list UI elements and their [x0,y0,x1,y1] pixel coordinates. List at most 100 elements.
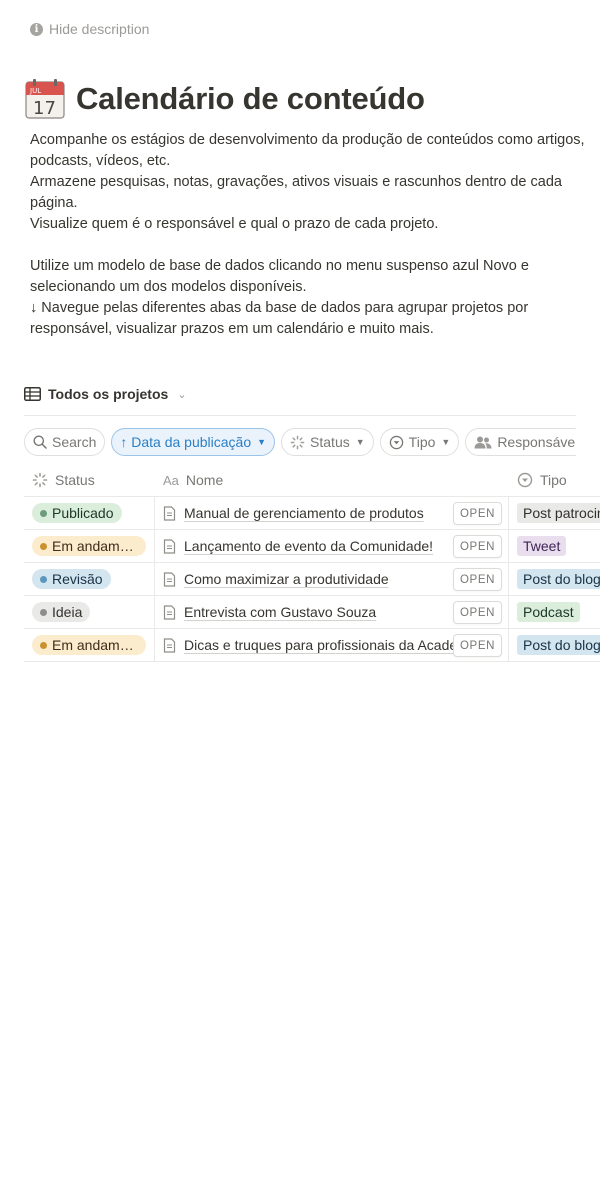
name-cell[interactable]: Dicas e truques para profissionais da Ac… [155,629,509,661]
type-tag: Post do blog [517,569,600,589]
column-header-name[interactable]: Aa Nome [155,464,509,496]
search-icon [33,435,47,449]
projects-table: Status Aa Nome Tipo Publicado Manual de … [24,464,600,662]
page-title-row: JUL 17 Calendário de conteúdo [24,78,425,120]
column-label: Tipo [540,472,567,488]
select-icon [389,435,403,449]
type-tag: Post patrocinado [517,503,600,523]
status-cell[interactable]: Em andamento [24,629,155,661]
responsavel-filter-button[interactable]: Responsável [465,428,576,456]
type-cell[interactable]: Post do blog [509,629,600,661]
row-title[interactable]: Entrevista com Gustavo Souza [184,604,376,620]
table-header: Status Aa Nome Tipo [24,464,600,497]
document-icon [163,505,176,521]
text-type-icon: Aa [163,472,179,488]
hide-description-button[interactable]: i Hide description [30,21,149,37]
type-tag: Tweet [517,536,567,556]
status-cell[interactable]: Publicado [24,497,155,529]
chevron-down-icon: ⌄ [177,388,187,401]
status-dot [40,509,47,517]
status-cell[interactable]: Revisão [24,563,155,595]
status-badge: Em andamento [32,635,146,655]
calendar-day: 17 [33,98,56,119]
status-badge: Revisão [32,569,111,589]
table-row[interactable]: Em andamento Lançamento de evento da Com… [24,530,600,563]
document-icon [163,637,176,653]
column-header-type[interactable]: Tipo [509,464,600,496]
sort-label: ↑ Data da publicação [120,434,252,450]
open-button[interactable]: OPEN [453,634,502,657]
status-text: Em andamento [52,637,138,653]
type-tag: Post do blog [517,635,600,655]
status-badge: Ideia [32,602,91,622]
info-icon: i [30,22,43,36]
table-row[interactable]: Publicado Manual de gerenciamento de pro… [24,497,600,530]
status-badge: Publicado [32,503,122,523]
status-badge: Em andamento [32,536,146,556]
status-text: Ideia [52,604,83,620]
open-button[interactable]: OPEN [453,502,502,525]
status-dot [40,575,47,583]
description-line: Visualize quem é o responsável e qual o … [30,216,439,232]
status-text: Revisão [52,571,103,587]
table-row[interactable]: Ideia Entrevista com Gustavo Souza OPEN … [24,596,600,629]
description-line: Armazene pesquisas, notas, gravações, at… [30,174,562,211]
status-dot [40,542,47,550]
status-icon [32,472,48,488]
open-button[interactable]: OPEN [453,601,502,624]
description-line: Acompanhe os estágios de desenvolvimento… [30,132,585,169]
row-title[interactable]: Lançamento de evento da Comunidade! [184,538,433,554]
responsavel-filter-label: Responsável [497,434,576,450]
chevron-down-icon: ▼ [441,437,451,447]
name-cell[interactable]: Lançamento de evento da Comunidade! OPEN [155,530,509,562]
status-cell[interactable]: Em andamento [24,530,155,562]
name-cell[interactable]: Entrevista com Gustavo Souza OPEN [155,596,509,628]
open-button[interactable]: OPEN [453,535,502,558]
row-title[interactable]: Como maximizar a produtividade [184,571,389,587]
document-icon [163,538,176,554]
search-label: Search [52,434,97,450]
type-cell[interactable]: Post patrocinado [509,497,600,529]
chevron-down-icon: ▼ [257,437,267,447]
status-cell[interactable]: Ideia [24,596,155,628]
sort-date-button[interactable]: ↑ Data da publicação ▼ [111,428,276,456]
tipo-filter-label: Tipo [408,434,436,450]
page-description: Acompanhe os estágios de desenvolvimento… [30,130,590,340]
status-filter-label: Status [310,434,350,450]
status-filter-button[interactable]: Status ▼ [281,428,374,456]
status-icon [290,435,305,449]
calendar-icon[interactable]: JUL 17 [24,78,66,120]
view-label: Todos os projetos [48,386,169,402]
row-title[interactable]: Manual de gerenciamento de produtos [184,505,424,521]
hide-description-label: Hide description [49,21,150,37]
status-dot [40,608,47,616]
row-title[interactable]: Dicas e truques para profissionais da Ac… [184,637,480,653]
view-selector[interactable]: Todos os projetos ⌄ [24,386,187,402]
table-row[interactable]: Em andamento Dicas e truques para profis… [24,629,600,662]
page-title[interactable]: Calendário de conteúdo [76,81,425,117]
type-cell[interactable]: Tweet [509,530,600,562]
status-text: Em andamento [52,538,138,554]
open-button[interactable]: OPEN [453,568,502,591]
column-label: Status [55,472,95,488]
table-row[interactable]: Revisão Como maximizar a produtividade O… [24,563,600,596]
calendar-month: JUL [29,87,41,95]
filter-bar: Search ↑ Data da publicação ▼ Status ▼ T… [24,428,576,456]
type-cell[interactable]: Podcast [509,596,600,628]
tipo-filter-button[interactable]: Tipo ▼ [379,428,460,456]
column-label: Nome [185,472,224,488]
name-cell[interactable]: Como maximizar a produtividade OPEN [155,563,509,595]
name-cell[interactable]: Manual de gerenciamento de produtos OPEN [155,497,509,529]
type-cell[interactable]: Post do blog [509,563,600,595]
select-icon [517,472,533,488]
table-icon [24,387,41,401]
description-line: ↓ Navegue pelas diferentes abas da base … [30,300,529,337]
type-tag: Podcast [517,602,580,622]
column-header-status[interactable]: Status [24,464,155,496]
divider [24,415,576,416]
chevron-down-icon: ▼ [355,437,365,447]
description-line: Utilize um modelo de base de dados clica… [30,258,529,295]
document-icon [163,604,176,620]
search-button[interactable]: Search [24,428,106,456]
